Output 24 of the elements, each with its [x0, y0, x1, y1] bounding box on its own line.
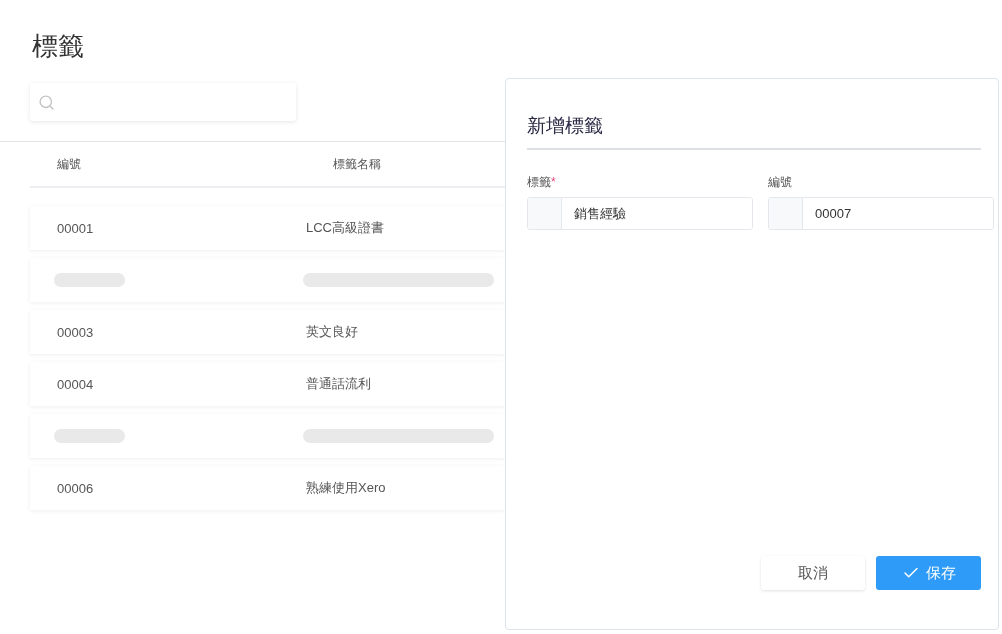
- table-cell-text: 普通話流利: [306, 375, 372, 393]
- table-row[interactable]: 00001 LCC高級證書: [30, 206, 505, 250]
- field-label: 標籤: [527, 175, 551, 189]
- column-header: 標籤名稱: [333, 155, 382, 173]
- table-row[interactable]: 00004 普通話流利: [30, 362, 505, 406]
- table-cell-text: 熟練使用Xero: [306, 479, 387, 497]
- table-cell-text: LCC高級證書: [306, 219, 385, 237]
- page-title: 標籤: [32, 30, 85, 63]
- table-cell-text: 00001: [57, 220, 95, 236]
- table-cell-text: 00004: [57, 376, 95, 392]
- search-field[interactable]: [30, 83, 296, 121]
- table-cell-text: 00003: [57, 324, 95, 340]
- field-label: 編號: [768, 175, 792, 189]
- panel-title: 新增標籤: [527, 113, 981, 150]
- required-asterisk: *: [551, 175, 556, 189]
- input-field[interactable]: 00007: [768, 197, 994, 230]
- table-cell-text: 00006: [57, 480, 95, 496]
- input-field[interactable]: 銷售經驗: [527, 197, 753, 230]
- table-cell-text: 英文良好: [306, 323, 359, 341]
- table-row[interactable]: 00003 英文良好: [30, 310, 505, 354]
- column-header: 編號: [57, 155, 82, 173]
- table-row[interactable]: 00006 熟練使用Xero: [30, 466, 505, 510]
- search-icon: [38, 93, 55, 111]
- cancel-button[interactable]: 取消: [761, 556, 865, 590]
